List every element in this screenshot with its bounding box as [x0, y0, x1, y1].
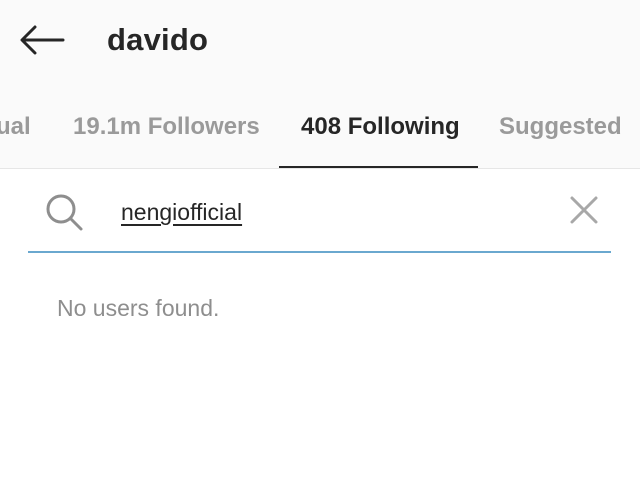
search-bar: nengiofficial — [28, 178, 611, 253]
arrow-left-icon — [20, 25, 65, 55]
search-underline — [28, 251, 611, 253]
header-divider — [0, 168, 640, 169]
no-results-message: No users found. — [57, 295, 220, 321]
close-icon[interactable] — [564, 190, 604, 230]
tab-suggested[interactable]: Suggested — [499, 96, 622, 160]
tab-following[interactable]: 408 Following — [301, 96, 460, 160]
top-bar: davido ual 19.1m Followers 408 Following… — [0, 0, 640, 168]
page-title: davido — [107, 22, 209, 57]
tab-followers[interactable]: 19.1m Followers — [73, 96, 260, 160]
search-input[interactable]: nengiofficial — [121, 194, 541, 230]
search-icon — [46, 194, 83, 231]
tab-mutual[interactable]: ual — [0, 96, 31, 160]
back-button[interactable] — [14, 16, 70, 64]
tab-bar: ual 19.1m Followers 408 Following Sugges… — [0, 96, 640, 168]
